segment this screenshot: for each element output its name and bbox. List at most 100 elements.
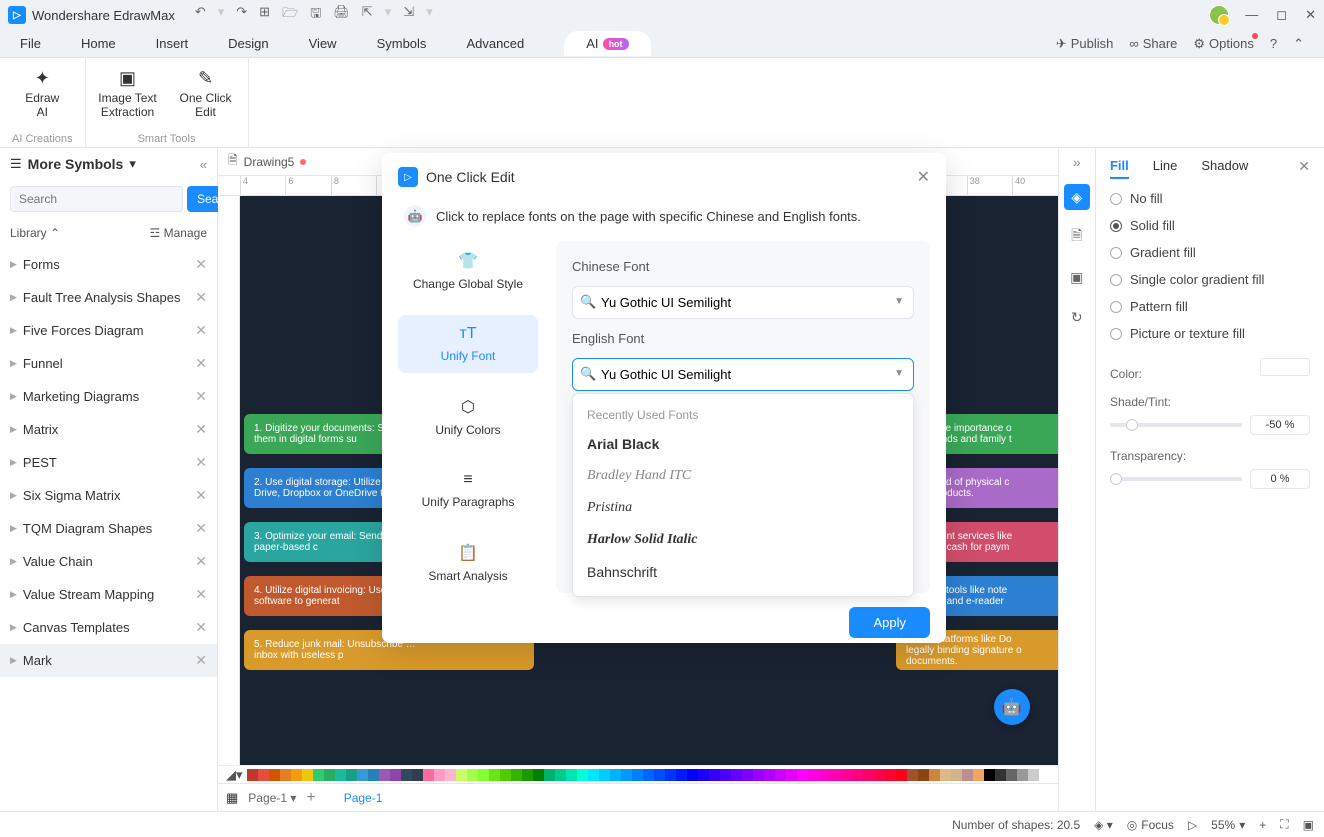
color-swatch[interactable] [632,769,643,781]
color-swatch[interactable] [258,769,269,781]
color-swatch[interactable] [511,769,522,781]
color-swatch[interactable] [269,769,280,781]
radio-gradient-fill[interactable] [1110,247,1122,259]
undo-icon[interactable]: ↶ [195,4,206,26]
page-list-icon[interactable]: ▦ [226,790,238,806]
color-swatch[interactable] [566,769,577,781]
color-swatch[interactable] [665,769,676,781]
add-page-icon[interactable]: + [306,789,315,807]
shade-slider[interactable] [1110,423,1242,427]
layers-tool-icon[interactable]: ▣ [1064,264,1090,290]
color-swatch[interactable] [775,769,786,781]
font-option[interactable]: Bradley Hand ITC [573,460,913,492]
tab-line[interactable]: Line [1153,158,1178,179]
remove-icon[interactable]: ✕ [195,388,207,405]
remove-icon[interactable]: ✕ [195,553,207,570]
color-swatch[interactable] [896,769,907,781]
library-item[interactable]: ▶Marketing Diagrams✕ [0,380,217,413]
page-select[interactable]: Page-1 ▾ [248,791,296,805]
color-swatch[interactable] [731,769,742,781]
dialog-close-icon[interactable]: ✕ [917,167,930,187]
remove-icon[interactable]: ✕ [195,520,207,537]
document-tab[interactable]: 🗎 Drawing5 [228,151,306,172]
color-swatch[interactable] [643,769,654,781]
color-swatch[interactable] [313,769,324,781]
library-item[interactable]: ▶Value Chain✕ [0,545,217,578]
symbol-search-input[interactable] [10,186,183,212]
color-swatch[interactable] [489,769,500,781]
transparency-spinner[interactable]: 0 % [1250,469,1310,489]
color-swatch[interactable] [918,769,929,781]
radio-no-fill[interactable] [1110,193,1122,205]
color-swatch[interactable] [962,769,973,781]
menu-design[interactable]: Design [228,36,268,51]
library-item[interactable]: ▶Fault Tree Analysis Shapes✕ [0,281,217,314]
side-unify-font[interactable]: ᴛTUnify Font [398,315,538,373]
menu-home[interactable]: Home [81,36,116,51]
help-icon[interactable]: ? [1270,36,1277,51]
font-option[interactable]: Pristina [573,492,913,524]
color-swatch[interactable] [445,769,456,781]
color-swatch[interactable] [698,769,709,781]
color-swatch[interactable] [808,769,819,781]
color-swatch[interactable] [500,769,511,781]
english-font-field[interactable]: 🔍 ▼ Recently Used Fonts Arial Black Brad… [572,358,914,391]
one-click-edit-tool[interactable]: ✎ One Click Edit [176,68,236,119]
color-swatch[interactable] [742,769,753,781]
remove-icon[interactable]: ✕ [195,256,207,273]
menu-file[interactable]: File [20,36,41,51]
color-swatch[interactable] [830,769,841,781]
color-swatch[interactable] [687,769,698,781]
remove-icon[interactable]: ✕ [195,421,207,438]
remove-icon[interactable]: ✕ [195,652,207,669]
maximize-icon[interactable]: ◻ [1276,7,1287,23]
chevron-down-icon[interactable]: ▼ [894,368,904,379]
remove-icon[interactable]: ✕ [195,586,207,603]
import-dropdown-icon[interactable]: ▾ [426,4,433,26]
share-button[interactable]: ∞ Share [1129,36,1177,51]
remove-icon[interactable]: ✕ [195,454,207,471]
color-swatch[interactable] [764,769,775,781]
color-swatch[interactable] [929,769,940,781]
color-swatch[interactable] [280,769,291,781]
remove-icon[interactable]: ✕ [195,322,207,339]
color-swatch[interactable] [940,769,951,781]
library-item[interactable]: ▶Mark✕ [0,644,217,677]
focus-button[interactable]: ◎ Focus [1127,818,1174,832]
export-dropdown-icon[interactable]: ▾ [385,4,392,26]
color-swatch[interactable] [819,769,830,781]
side-smart-analysis[interactable]: 📋Smart Analysis [398,533,538,593]
menu-insert[interactable]: Insert [156,36,189,51]
collapse-panel-icon[interactable]: « [200,157,207,172]
library-item[interactable]: ▶Forms✕ [0,248,217,281]
color-swatch[interactable] [676,769,687,781]
color-swatch[interactable] [588,769,599,781]
hamburger-icon[interactable]: ☰ [10,156,22,172]
color-swatch[interactable] [863,769,874,781]
font-option[interactable]: Bahnschrift [573,556,913,588]
chevron-down-icon[interactable]: ▼ [894,296,904,307]
import-icon[interactable]: ⇲ [403,4,414,26]
side-unify-paragraphs[interactable]: ≡Unify Paragraphs [398,461,538,519]
user-avatar[interactable] [1209,5,1229,25]
collapse-ribbon-icon[interactable]: ⌃ [1293,36,1304,52]
fill-color-swatch[interactable] [1260,358,1310,376]
color-swatch[interactable] [368,769,379,781]
library-item[interactable]: ▶Value Stream Mapping✕ [0,578,217,611]
font-option[interactable]: Arial Black [573,428,913,460]
radio-solid-fill[interactable] [1110,220,1122,232]
apply-button[interactable]: Apply [849,607,930,638]
color-swatch[interactable] [379,769,390,781]
color-swatch[interactable] [1006,769,1017,781]
color-swatch[interactable] [390,769,401,781]
color-swatch[interactable] [874,769,885,781]
library-item[interactable]: ▶TQM Diagram Shapes✕ [0,512,217,545]
tab-shadow[interactable]: Shadow [1201,158,1248,179]
remove-icon[interactable]: ✕ [195,355,207,372]
radio-single-gradient[interactable] [1110,274,1122,286]
options-button[interactable]: ⚙ Options [1193,36,1253,52]
color-swatch[interactable] [577,769,588,781]
color-swatch[interactable] [456,769,467,781]
color-swatch[interactable] [434,769,445,781]
color-swatch[interactable] [753,769,764,781]
